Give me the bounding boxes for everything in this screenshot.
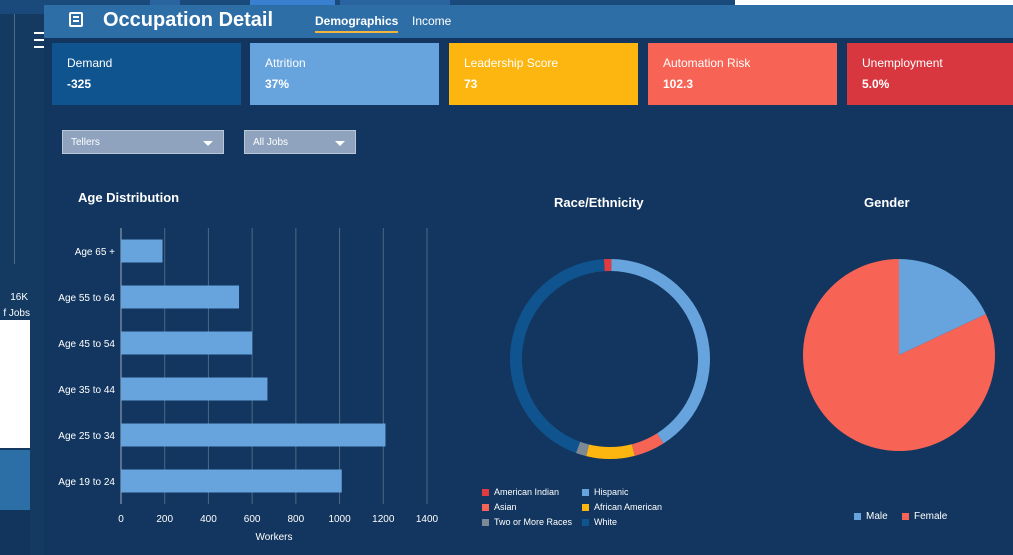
- background-gridline: [14, 14, 15, 264]
- x-tick-label: 1200: [372, 514, 395, 525]
- legend-label: Male: [866, 511, 888, 522]
- legend-label: Female: [914, 511, 948, 522]
- chevron-down-icon: [203, 141, 213, 146]
- x-tick-label: 1000: [328, 514, 351, 525]
- legend-swatch: [854, 513, 861, 520]
- race-legend: American Indian Hispanic Asian African Amer…: [482, 487, 702, 532]
- kpi-label: Demand: [67, 56, 113, 70]
- kpi-value: 37%: [265, 77, 290, 91]
- age-bar: [121, 377, 268, 401]
- kpi-label: Attrition: [265, 56, 306, 70]
- kpi-label: Leadership Score: [464, 56, 559, 70]
- race-chart-title: Race/Ethnicity: [554, 195, 644, 210]
- x-tick-label: 0: [118, 514, 124, 525]
- x-tick-label: 200: [156, 514, 173, 525]
- kpi-unemployment: Unemployment 5.0%: [847, 43, 1013, 105]
- y-tick-label: Age 19 to 24: [58, 477, 115, 488]
- kpi-attrition: Attrition 37%: [250, 43, 439, 105]
- y-tick-label: Age 25 to 34: [58, 431, 115, 442]
- background-blue-block: [0, 450, 30, 510]
- background-navy-block: [0, 510, 30, 555]
- gender-legend: Male Female: [854, 511, 974, 525]
- kpi-demand: Demand -325: [52, 43, 241, 105]
- legend-item: Female: [902, 511, 947, 522]
- kpi-value: 73: [464, 77, 478, 91]
- legend-item: American Indian: [482, 487, 559, 497]
- legend-item: White: [582, 517, 617, 527]
- legend-swatch: [582, 518, 589, 526]
- panel-header: Occupation Detail Demographics Income: [44, 5, 1013, 38]
- tab-income[interactable]: Income: [412, 14, 451, 28]
- slice-hispanic: [611, 259, 710, 444]
- kpi-value: 102.3: [663, 77, 694, 91]
- race-ethnicity-chart: [510, 259, 710, 459]
- legend-item: African American: [582, 502, 662, 512]
- legend-label: Asian: [494, 502, 517, 512]
- background-white-block: [0, 320, 30, 448]
- legend-item: Asian: [482, 502, 517, 512]
- gender-chart-title: Gender: [864, 195, 910, 210]
- y-tick-label: Age 45 to 54: [58, 339, 115, 350]
- page-title: Occupation Detail: [103, 9, 274, 31]
- legend-swatch: [482, 503, 489, 511]
- age-chart-title: Age Distribution: [78, 190, 180, 205]
- chevron-down-icon: [335, 141, 345, 146]
- legend-item: Hispanic: [582, 487, 629, 497]
- legend-item: Two or More Races: [482, 517, 572, 527]
- kpi-value: 5.0%: [862, 77, 890, 91]
- gender-chart: [803, 259, 995, 451]
- x-tick-label: 400: [200, 514, 217, 525]
- occupation-select[interactable]: Tellers: [62, 130, 224, 154]
- occupation-detail-panel: Occupation Detail Demographics Income De…: [44, 5, 1013, 555]
- occupation-select-value: Tellers: [71, 137, 100, 148]
- legend-swatch: [482, 488, 489, 496]
- jobs-select-value: All Jobs: [253, 137, 289, 148]
- x-axis-label: Workers: [255, 532, 292, 543]
- slice-white: [510, 259, 605, 454]
- legend-label: African American: [594, 502, 663, 512]
- age-bar: [121, 285, 240, 309]
- legend-label: Two or More Races: [494, 517, 573, 527]
- kpi-value: -325: [67, 77, 92, 91]
- kpi-leadership-score: Leadership Score 73: [449, 43, 638, 105]
- kpi-label: Unemployment: [862, 56, 943, 70]
- legend-swatch: [582, 488, 589, 496]
- y-tick-label: Age 35 to 44: [58, 385, 115, 396]
- jobs-select[interactable]: All Jobs: [244, 130, 356, 154]
- age-bar: [121, 331, 253, 355]
- y-tick-label: Age 55 to 64: [58, 293, 115, 304]
- legend-swatch: [902, 513, 909, 520]
- slice-american-indian: [603, 259, 612, 272]
- x-tick-label: 600: [244, 514, 261, 525]
- y-tick-label: Age 65 +: [75, 247, 115, 258]
- background-axis-value: 16K: [10, 292, 28, 303]
- slice-asian: [631, 433, 664, 456]
- age-bar: [121, 239, 163, 263]
- legend-label: White: [594, 517, 618, 527]
- x-tick-label: 800: [288, 514, 305, 525]
- legend-label: American Indian: [494, 487, 560, 497]
- kpi-label: Automation Risk: [663, 56, 751, 70]
- legend-swatch: [582, 503, 589, 511]
- background-axis: 16K f Jobs: [0, 290, 30, 322]
- tab-demographics[interactable]: Demographics: [315, 14, 399, 33]
- document-icon: [69, 12, 83, 27]
- x-tick-label: 1400: [416, 514, 439, 525]
- legend-swatch: [482, 518, 489, 526]
- kpi-automation-risk: Automation Risk 102.3: [648, 43, 837, 105]
- age-bar: [121, 423, 386, 447]
- legend-label: Hispanic: [594, 487, 629, 497]
- age-distribution-chart: 0 200 400 600 800 1000 1200 1400 Age 65 + Age 55 …: [58, 228, 439, 543]
- slice-african-american: [586, 444, 635, 459]
- age-bar: [121, 469, 342, 493]
- legend-item: Male: [854, 511, 888, 522]
